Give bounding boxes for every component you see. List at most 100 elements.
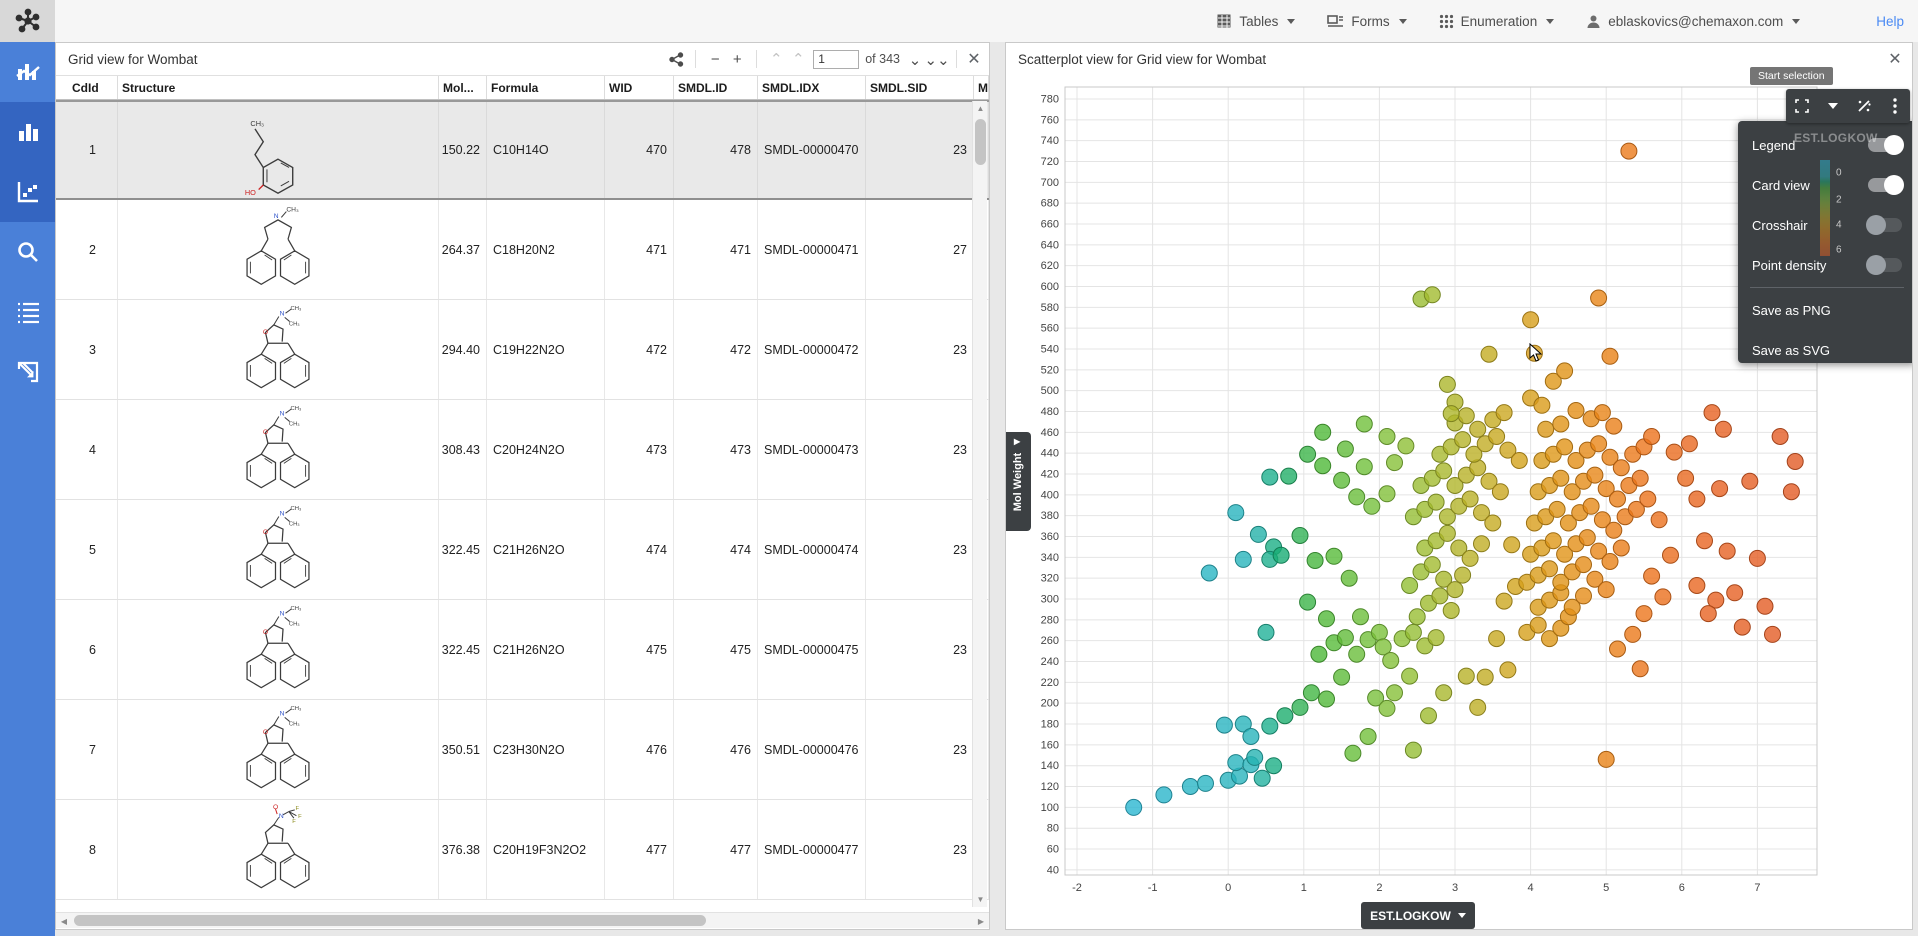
table-row[interactable]: 7350.51C23H30N2O476476SMDL-0000047623 bbox=[56, 700, 989, 800]
app-logo[interactable] bbox=[0, 0, 55, 42]
toggle-switch[interactable] bbox=[1868, 178, 1902, 192]
column-header-cdid[interactable]: CdId bbox=[68, 76, 118, 99]
next-page-button[interactable]: ⌃ bbox=[904, 48, 926, 70]
analytics-view-icon bbox=[15, 59, 41, 85]
selection-mode-dropdown-icon[interactable] bbox=[1821, 94, 1845, 118]
column-header-smdl-idx[interactable]: SMDL.IDX bbox=[758, 76, 866, 99]
kebab-menu-icon[interactable] bbox=[1883, 94, 1907, 118]
scatterplot-panel: Scatterplot view for Grid view for Womba… bbox=[1005, 42, 1913, 930]
molecule-structure bbox=[234, 304, 322, 396]
grid-view-panel: Grid view for Wombat − + ⌃ ⌃ of 343 ⌃ ⌃⌃… bbox=[55, 42, 990, 930]
table-row[interactable]: 3294.40C19H22N2O472472SMDL-0000047223 bbox=[56, 300, 989, 400]
tables-menu[interactable]: Tables bbox=[1216, 13, 1295, 29]
first-page-button[interactable]: ⌃ bbox=[765, 48, 787, 70]
row-gutter bbox=[56, 76, 68, 99]
chevron-down-icon bbox=[1399, 19, 1407, 24]
sidebar-item-analytics-view[interactable] bbox=[0, 42, 55, 102]
cell-formula: C10H14O bbox=[487, 102, 605, 198]
table-row[interactable]: 1150.22C10H14O470478SMDL-0000047023 bbox=[56, 100, 989, 200]
zoom-out-button[interactable]: − bbox=[704, 48, 726, 70]
column-header-structure[interactable]: Structure bbox=[118, 76, 439, 99]
cell-smdl-id: 477 bbox=[674, 800, 758, 899]
svg-text:220: 220 bbox=[1041, 677, 1059, 689]
svg-text:680: 680 bbox=[1041, 198, 1059, 210]
cell-smdl-sid: 27 bbox=[866, 200, 974, 299]
table-row[interactable]: 5322.45C21H26N2O474474SMDL-0000047423 bbox=[56, 500, 989, 600]
scroll-up-icon[interactable]: ▲ bbox=[973, 101, 988, 116]
cell-smdl-idx: SMDL-00000470 bbox=[758, 102, 866, 198]
cell-mol-weight: 264.37 bbox=[439, 200, 487, 299]
share-icon[interactable] bbox=[665, 48, 687, 70]
plot-toolbar bbox=[1786, 89, 1910, 123]
x-axis-label: EST.LOGKOW bbox=[1370, 909, 1451, 923]
cell-smdl-idx: SMDL-00000477 bbox=[758, 800, 866, 899]
enumeration-menu[interactable]: Enumeration bbox=[1439, 14, 1555, 29]
page-number-input[interactable] bbox=[813, 50, 859, 69]
cell-structure bbox=[118, 800, 439, 899]
column-header-mol-[interactable]: Mol... bbox=[439, 76, 487, 99]
column-header-smdl-id[interactable]: SMDL.ID bbox=[674, 76, 758, 99]
toggle-switch[interactable] bbox=[1868, 258, 1902, 272]
table-row[interactable]: 8376.38C20H19F3N2O2477477SMDL-0000047723 bbox=[56, 800, 989, 900]
svg-text:140: 140 bbox=[1041, 760, 1059, 772]
table-row[interactable]: 4308.43C20H24N2O473473SMDL-0000047323 bbox=[56, 400, 989, 500]
vertical-scrollbar[interactable]: ▲ ▼ bbox=[972, 101, 987, 907]
cell-smdl-idx: SMDL-00000476 bbox=[758, 700, 866, 799]
column-header-wid[interactable]: WID bbox=[605, 76, 674, 99]
sidebar-item-scatter-view[interactable] bbox=[0, 162, 55, 222]
column-header-formula[interactable]: Formula bbox=[487, 76, 605, 99]
svg-text:2: 2 bbox=[1376, 882, 1382, 894]
cell-smdl-idx: SMDL-00000475 bbox=[758, 600, 866, 699]
sidebar bbox=[0, 42, 55, 936]
save-as-png-item[interactable]: Save as PNG bbox=[1738, 290, 1913, 330]
scrollbar-thumb[interactable] bbox=[975, 119, 986, 165]
scroll-left-icon[interactable]: ◀ bbox=[56, 913, 72, 929]
cell-structure bbox=[118, 400, 439, 499]
cell-wid: 472 bbox=[605, 300, 674, 399]
cell-structure bbox=[118, 500, 439, 599]
cell-mol-weight: 322.45 bbox=[439, 500, 487, 599]
previous-page-button[interactable]: ⌃ bbox=[787, 48, 809, 70]
svg-text:4: 4 bbox=[1528, 882, 1534, 894]
molecule-structure bbox=[234, 204, 322, 296]
rectangle-selection-icon[interactable] bbox=[1790, 94, 1814, 118]
gridlines bbox=[1065, 87, 1817, 875]
scroll-down-icon[interactable]: ▼ bbox=[973, 892, 988, 907]
forms-menu[interactable]: Forms bbox=[1327, 14, 1406, 29]
scroll-right-icon[interactable]: ▶ bbox=[973, 913, 989, 929]
help-link[interactable]: Help bbox=[1876, 14, 1904, 29]
user-menu[interactable]: eblaskovics@chemaxon.com bbox=[1586, 14, 1800, 29]
list-view-icon bbox=[15, 299, 41, 325]
toggle-switch[interactable] bbox=[1868, 218, 1902, 232]
cell-wid: 471 bbox=[605, 200, 674, 299]
sidebar-item-search[interactable] bbox=[0, 222, 55, 282]
y-axis-selector[interactable]: ▶ Mol Weight bbox=[1006, 432, 1031, 531]
scrollbar-thumb[interactable] bbox=[74, 915, 706, 926]
cell-cdid: 7 bbox=[68, 700, 118, 799]
table-row[interactable]: 2264.37C18H20N2471471SMDL-0000047127 bbox=[56, 200, 989, 300]
table-row[interactable]: 6322.45C21H26N2O475475SMDL-0000047523 bbox=[56, 600, 989, 700]
column-header-smdl-sid[interactable]: SMDL.SID bbox=[866, 76, 974, 99]
svg-text:460: 460 bbox=[1041, 427, 1059, 439]
horizontal-scrollbar[interactable]: ◀ ▶ bbox=[56, 912, 989, 928]
close-grid-view-icon[interactable]: ✕ bbox=[965, 50, 983, 68]
sidebar-item-bar-chart-view[interactable] bbox=[0, 102, 55, 162]
svg-text:640: 640 bbox=[1041, 239, 1059, 251]
svg-text:720: 720 bbox=[1041, 156, 1059, 168]
column-header-mo[interactable]: MO bbox=[974, 76, 989, 99]
svg-text:540: 540 bbox=[1041, 344, 1059, 356]
magic-wand-icon[interactable] bbox=[1852, 94, 1876, 118]
save-as-svg-item[interactable]: Save as SVG bbox=[1738, 330, 1913, 370]
menu-divider bbox=[1750, 287, 1904, 288]
cell-smdl-id: 474 bbox=[674, 500, 758, 599]
zoom-in-button[interactable]: + bbox=[726, 48, 748, 70]
cell-cdid: 4 bbox=[68, 400, 118, 499]
sidebar-item-export[interactable] bbox=[0, 342, 55, 402]
cell-formula: C21H26N2O bbox=[487, 500, 605, 599]
scatter-points bbox=[1126, 143, 1804, 815]
x-axis-selector[interactable]: EST.LOGKOW bbox=[1361, 902, 1475, 929]
last-page-button[interactable]: ⌃⌃ bbox=[926, 48, 948, 70]
chevron-down-icon bbox=[1792, 19, 1800, 24]
legend-colorbar bbox=[1820, 160, 1830, 256]
sidebar-item-list-view[interactable] bbox=[0, 282, 55, 342]
